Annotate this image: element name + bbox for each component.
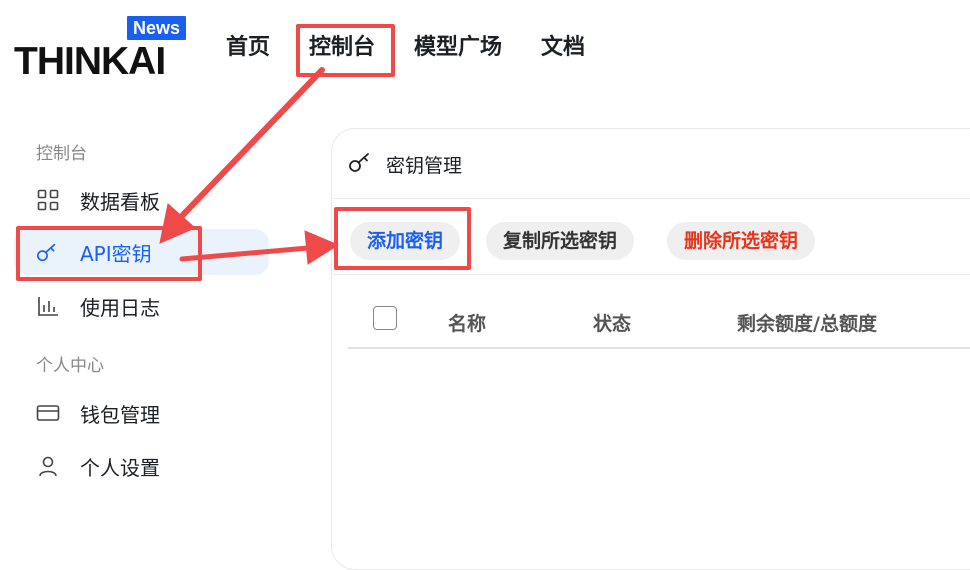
- table-header-divider: [348, 347, 970, 349]
- bar-chart-icon: [36, 294, 60, 318]
- sidebar-item-label: 数据看板: [80, 189, 160, 214]
- sidebar-item-label: 个人设置: [80, 455, 160, 480]
- delete-selected-keys-button[interactable]: 删除所选密钥: [667, 222, 816, 260]
- panel-header: 密钥管理: [348, 150, 462, 178]
- news-badge: News: [127, 16, 187, 40]
- main-panel: [331, 128, 970, 570]
- sidebar-group-console: 控制台: [36, 144, 87, 164]
- highlight-box-api-keys: [16, 226, 202, 281]
- sidebar-item-wallet[interactable]: 钱包管理: [14, 390, 269, 436]
- sidebar-item-dashboard[interactable]: 数据看板: [14, 177, 269, 223]
- nav-docs[interactable]: 文档: [541, 30, 585, 66]
- sidebar-group-personal: 个人中心: [36, 356, 104, 376]
- header-divider: [333, 198, 970, 199]
- highlight-box-console: [296, 24, 395, 77]
- key-icon: [348, 150, 374, 178]
- user-icon: [36, 454, 60, 478]
- sidebar-item-label: 钱包管理: [80, 402, 160, 427]
- sidebar-item-personal-settings[interactable]: 个人设置: [14, 443, 269, 489]
- sidebar-item-label: 使用日志: [80, 295, 160, 320]
- dashboard-icon: [36, 188, 60, 212]
- nav-home[interactable]: 首页: [226, 30, 270, 66]
- page-title: 密钥管理: [386, 154, 463, 177]
- copy-selected-keys-button[interactable]: 复制所选密钥: [486, 222, 635, 260]
- column-header-quota[interactable]: 剩余额度/总额度: [737, 309, 877, 336]
- highlight-box-add-key: [334, 207, 471, 270]
- sidebar-item-usage-logs[interactable]: 使用日志: [14, 283, 269, 329]
- logo-text: THINKAI: [14, 40, 166, 83]
- nav-model-plaza[interactable]: 模型广场: [414, 30, 502, 66]
- wallet-icon: [36, 401, 60, 425]
- column-header-status[interactable]: 状态: [593, 309, 631, 336]
- top-nav: 首页 控制台 模型广场 文档: [226, 30, 624, 66]
- column-header-name[interactable]: 名称: [448, 309, 486, 336]
- toolbar-divider: [333, 274, 970, 275]
- logo[interactable]: THINKAI News: [14, 16, 190, 83]
- select-all-checkbox[interactable]: [373, 306, 397, 330]
